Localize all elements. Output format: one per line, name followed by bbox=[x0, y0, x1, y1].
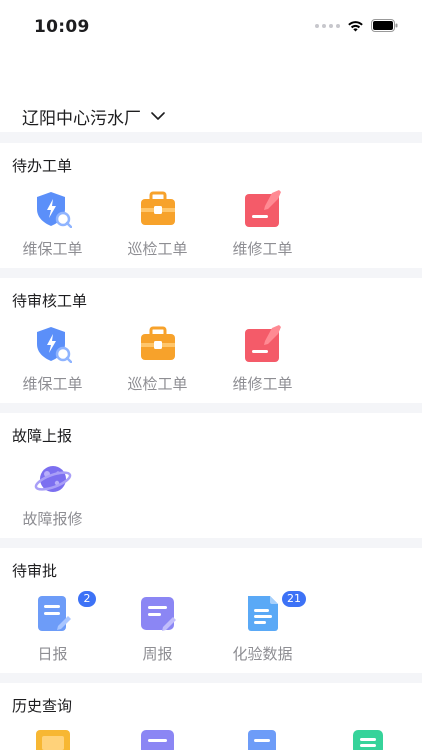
section-history-query: 历史查询 bbox=[0, 683, 422, 750]
history-daily-icon[interactable] bbox=[244, 730, 282, 750]
repair-edit-icon bbox=[245, 325, 281, 362]
section-pending-approval: 待审批 2 日报 周报 21 化验数据 bbox=[0, 548, 422, 673]
battery-icon bbox=[371, 19, 398, 32]
inspection-toolbox-icon bbox=[141, 326, 175, 360]
plant-name: 辽阳中心污水厂 bbox=[22, 109, 141, 129]
section-fault-report: 故障上报 故障报修 bbox=[0, 413, 422, 538]
history-weekly-icon[interactable] bbox=[139, 730, 177, 750]
status-time: 10:09 bbox=[34, 17, 90, 37]
section-pending-orders: 待办工单 维保工单 巡检工单 维修工单 bbox=[0, 143, 422, 268]
item-label: 周报 bbox=[142, 645, 173, 663]
item-label: 维修工单 bbox=[232, 375, 293, 393]
daily-report-badge: 2 bbox=[78, 591, 96, 607]
weekly-report-icon bbox=[141, 597, 176, 631]
inspection-toolbox-icon bbox=[141, 191, 175, 225]
signal-dots-icon bbox=[315, 23, 340, 28]
history-lab-icon[interactable] bbox=[349, 730, 387, 750]
chevron-down-icon bbox=[151, 112, 165, 120]
plant-selector[interactable]: 辽阳中心污水厂 bbox=[22, 104, 165, 129]
maintenance-shield-icon bbox=[37, 327, 72, 363]
section-title: 历史查询 bbox=[12, 697, 73, 715]
section-title: 待审核工单 bbox=[12, 292, 88, 310]
lab-data-badge: 21 bbox=[282, 591, 306, 607]
section-title: 待办工单 bbox=[12, 157, 73, 175]
header: 辽阳中心污水厂 bbox=[0, 52, 422, 132]
section-review-orders: 待审核工单 维保工单 巡检工单 维修工单 bbox=[0, 278, 422, 403]
status-bar: 10:09 bbox=[0, 0, 422, 52]
wifi-icon bbox=[348, 20, 363, 31]
maintenance-shield-icon bbox=[37, 192, 72, 228]
status-icons bbox=[315, 19, 398, 32]
section-title: 故障上报 bbox=[12, 427, 73, 445]
item-label: 巡检工单 bbox=[127, 240, 188, 258]
item-label: 巡检工单 bbox=[127, 375, 188, 393]
item-label: 维保工单 bbox=[22, 375, 83, 393]
repair-edit-icon bbox=[245, 190, 281, 227]
item-label: 化验数据 bbox=[232, 645, 293, 663]
section-title: 待审批 bbox=[12, 562, 58, 580]
item-label: 故障报修 bbox=[22, 510, 83, 528]
daily-report-icon bbox=[38, 596, 71, 631]
item-label: 维保工单 bbox=[22, 240, 83, 258]
history-folder-icon[interactable] bbox=[34, 730, 72, 750]
lab-data-icon bbox=[248, 596, 278, 631]
planet-icon bbox=[34, 466, 72, 492]
item-label: 维修工单 bbox=[232, 240, 293, 258]
item-label: 日报 bbox=[37, 645, 68, 663]
